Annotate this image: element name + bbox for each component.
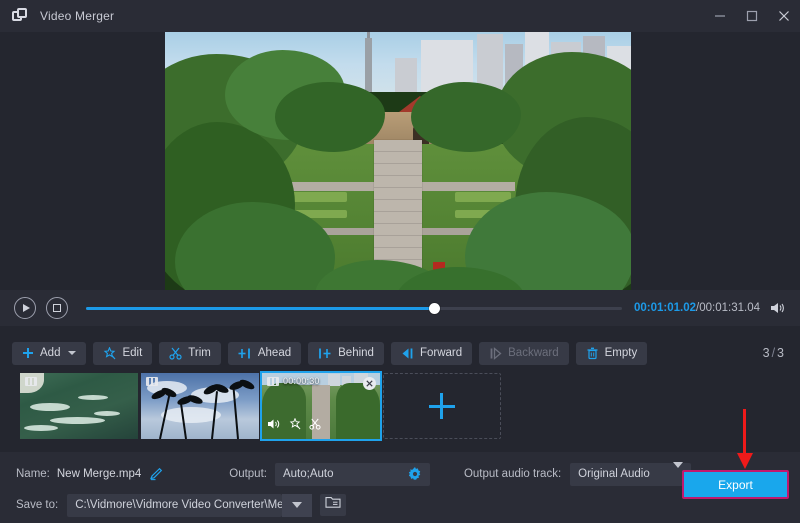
ahead-button[interactable]: Ahead bbox=[228, 342, 301, 365]
window-controls bbox=[704, 0, 800, 32]
magic-wand-icon bbox=[103, 347, 116, 360]
clip-counter-separator: / bbox=[770, 346, 777, 360]
behind-button[interactable]: Behind bbox=[308, 342, 384, 365]
progress-handle[interactable] bbox=[429, 303, 440, 314]
clip-thumbnail-park[interactable]: 00:00:30 bbox=[262, 373, 380, 439]
window-title: Video Merger bbox=[40, 9, 114, 23]
clip-duration: 00:00:30 bbox=[283, 376, 320, 386]
forward-button-label: Forward bbox=[420, 347, 462, 359]
preview-trees bbox=[165, 62, 631, 290]
save-path-dropdown[interactable] bbox=[282, 494, 312, 517]
clip-counter: 3/3 bbox=[763, 346, 784, 360]
current-time: 00:01:01.02 bbox=[634, 302, 696, 314]
editing-toolbar: Add Edit Trim Ahead Behind bbox=[0, 338, 800, 368]
transport-bar: 00:01:01.02/00:01:31.04 bbox=[0, 290, 800, 326]
volume-icon[interactable] bbox=[770, 301, 786, 315]
video-merger-logo-icon bbox=[12, 8, 28, 24]
close-icon[interactable] bbox=[363, 377, 376, 390]
play-icon[interactable] bbox=[14, 297, 36, 319]
maximize-icon[interactable] bbox=[736, 0, 768, 32]
volume-icon[interactable] bbox=[267, 417, 281, 435]
video-preview[interactable] bbox=[165, 32, 631, 290]
audio-track-value: Original Audio bbox=[578, 468, 650, 480]
clip-counter-total: 3 bbox=[777, 346, 784, 360]
add-button[interactable]: Add bbox=[12, 342, 86, 365]
empty-button-label: Empty bbox=[605, 347, 638, 359]
folder-icon bbox=[325, 496, 341, 514]
save-path-field[interactable]: C:\Vidmore\Vidmore Video Converter\Merge… bbox=[67, 494, 282, 517]
save-to-label: Save to: bbox=[16, 499, 58, 511]
edit-button[interactable]: Edit bbox=[93, 342, 152, 365]
ahead-button-label: Ahead bbox=[258, 347, 291, 359]
backward-button[interactable]: Backward bbox=[479, 342, 569, 365]
insert-behind-icon bbox=[318, 347, 332, 360]
clip-thumbnail-image bbox=[141, 373, 259, 439]
audio-track-label: Output audio track: bbox=[464, 468, 561, 480]
title-bar: Video Merger bbox=[0, 0, 800, 32]
clip-counter-current: 3 bbox=[763, 346, 770, 360]
forward-button[interactable]: Forward bbox=[391, 342, 472, 365]
clip-strip: 00:00:30 bbox=[0, 368, 800, 448]
export-button[interactable]: Export bbox=[682, 470, 789, 499]
video-merger-window: Video Merger bbox=[0, 0, 800, 523]
backward-button-label: Backward bbox=[508, 347, 559, 359]
preview-area bbox=[0, 32, 800, 290]
clip-thumbnail-image bbox=[20, 373, 138, 439]
progress-fill bbox=[86, 307, 434, 310]
gear-icon[interactable] bbox=[408, 467, 422, 481]
add-clip-tile[interactable] bbox=[383, 373, 501, 439]
output-label: Output: bbox=[229, 468, 267, 480]
output-panel: Name: New Merge.mp4 Output: Auto;Auto Ou… bbox=[0, 452, 800, 523]
close-icon[interactable] bbox=[768, 0, 800, 32]
empty-button[interactable]: Empty bbox=[576, 342, 648, 365]
red-down-arrow-icon bbox=[737, 409, 753, 469]
export-button-label: Export bbox=[718, 478, 753, 492]
magic-wand-icon[interactable] bbox=[289, 417, 301, 435]
edit-button-label: Edit bbox=[122, 347, 142, 359]
plus-icon bbox=[429, 393, 455, 419]
scissors-icon bbox=[169, 347, 182, 360]
timecode: 00:01:01.02/00:01:31.04 bbox=[634, 302, 760, 314]
trash-icon bbox=[586, 347, 599, 360]
clip-tools bbox=[267, 417, 321, 435]
insert-ahead-icon bbox=[238, 347, 252, 360]
clip-thumbnail-ocean[interactable] bbox=[20, 373, 138, 439]
output-format-value: Auto;Auto bbox=[283, 468, 334, 480]
total-time: 00:01:31.04 bbox=[699, 302, 760, 314]
chevron-down-icon[interactable] bbox=[68, 351, 76, 355]
move-forward-icon bbox=[401, 347, 414, 360]
stop-icon[interactable] bbox=[46, 297, 68, 319]
save-path-value: C:\Vidmore\Vidmore Video Converter\Merge… bbox=[75, 499, 304, 511]
video-file-icon bbox=[25, 377, 37, 386]
audio-track-select[interactable]: Original Audio bbox=[570, 463, 691, 486]
name-label: Name: bbox=[16, 468, 50, 480]
move-backward-icon bbox=[489, 347, 502, 360]
plus-icon bbox=[22, 347, 34, 359]
save-location-row: Save to: C:\Vidmore\Vidmore Video Conver… bbox=[0, 493, 800, 517]
browse-folder-button[interactable] bbox=[320, 494, 346, 516]
scissors-icon[interactable] bbox=[309, 417, 321, 435]
output-settings-row: Name: New Merge.mp4 Output: Auto;Auto Ou… bbox=[0, 462, 800, 486]
video-file-icon bbox=[267, 377, 279, 386]
trim-button[interactable]: Trim bbox=[159, 342, 221, 365]
output-format-field[interactable]: Auto;Auto bbox=[275, 463, 430, 486]
clip-thumbnail-palms[interactable] bbox=[141, 373, 259, 439]
minimize-icon[interactable] bbox=[704, 0, 736, 32]
behind-button-label: Behind bbox=[338, 347, 374, 359]
trim-button-label: Trim bbox=[188, 347, 211, 359]
progress-slider[interactable] bbox=[86, 298, 622, 318]
pencil-icon[interactable] bbox=[149, 467, 163, 481]
output-name-value: New Merge.mp4 bbox=[57, 468, 141, 480]
chevron-down-icon bbox=[292, 502, 302, 508]
add-button-label: Add bbox=[40, 347, 60, 359]
video-file-icon bbox=[146, 377, 158, 386]
